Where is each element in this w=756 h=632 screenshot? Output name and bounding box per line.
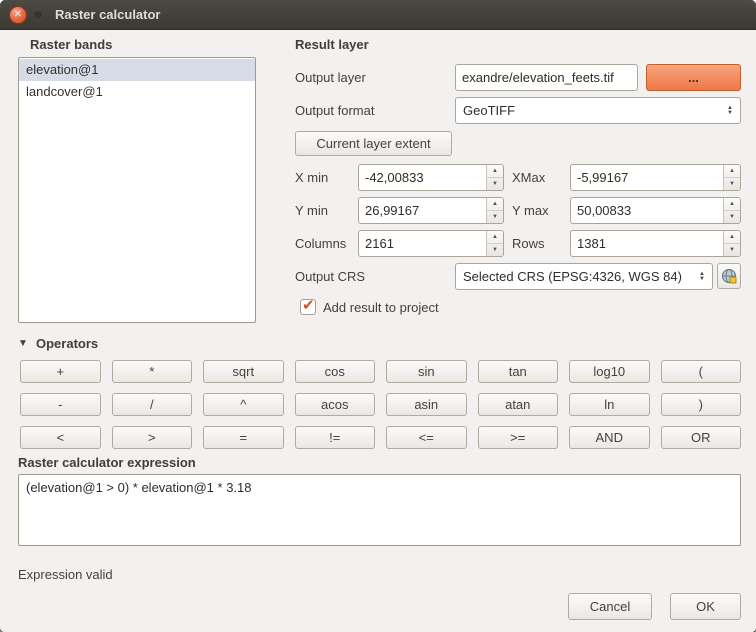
spin-up-icon[interactable]: ▲	[724, 198, 740, 211]
ymin-label: Y min	[295, 197, 328, 224]
list-item[interactable]: elevation@1	[19, 59, 255, 81]
collapse-operators-icon[interactable]: ▼	[18, 338, 28, 349]
output-layer-input[interactable]	[455, 64, 638, 91]
dropdown-arrows-icon: ▲▼	[694, 272, 705, 282]
spin-down-icon[interactable]: ▼	[487, 178, 503, 190]
op-sqrt-button[interactable]: sqrt	[203, 360, 284, 383]
output-crs-value: Selected CRS (EPSG:4326, WGS 84)	[463, 269, 682, 284]
ok-button[interactable]: OK	[670, 593, 741, 620]
expression-input[interactable]: (elevation@1 > 0) * elevation@1 * 3.18	[18, 474, 741, 546]
op-minus-button[interactable]: -	[20, 393, 101, 416]
ymax-label: Y max	[512, 197, 549, 224]
op-atan-button[interactable]: atan	[478, 393, 559, 416]
op-close-paren-button[interactable]: )	[661, 393, 742, 416]
ymax-input[interactable]	[571, 198, 723, 223]
op-divide-button[interactable]: /	[112, 393, 193, 416]
xmin-label: X min	[295, 164, 328, 191]
op-ln-button[interactable]: ln	[569, 393, 650, 416]
spin-up-icon[interactable]: ▲	[487, 165, 503, 178]
op-open-paren-button[interactable]: (	[661, 360, 742, 383]
expression-title: Raster calculator expression	[18, 455, 196, 470]
spin-down-icon[interactable]: ▼	[487, 244, 503, 256]
output-format-label: Output format	[295, 97, 374, 124]
add-result-label[interactable]: Add result to project	[323, 299, 439, 316]
output-format-select[interactable]: GeoTIFF ▲▼	[455, 97, 741, 124]
raster-bands-title: Raster bands	[30, 37, 112, 52]
raster-bands-list[interactable]: elevation@1 landcover@1	[18, 57, 256, 323]
op-log10-button[interactable]: log10	[569, 360, 650, 383]
window-title: Raster calculator	[55, 0, 161, 30]
xmin-spinbox: ▲ ▼	[358, 164, 504, 191]
op-or-button[interactable]: OR	[661, 426, 742, 449]
spin-down-icon[interactable]: ▼	[724, 211, 740, 223]
op-acos-button[interactable]: acos	[295, 393, 376, 416]
op-not-equals-button[interactable]: !=	[295, 426, 376, 449]
op-equals-button[interactable]: =	[203, 426, 284, 449]
op-cos-button[interactable]: cos	[295, 360, 376, 383]
minimize-window-icon[interactable]	[33, 10, 43, 20]
ymin-spinbox: ▲ ▼	[358, 197, 504, 224]
select-crs-button[interactable]	[717, 263, 741, 289]
output-layer-label: Output layer	[295, 64, 366, 91]
spin-down-icon[interactable]: ▼	[724, 178, 740, 190]
add-result-checkbox[interactable]: ✔	[300, 299, 316, 315]
xmax-spinbox: ▲ ▼	[570, 164, 741, 191]
op-sin-button[interactable]: sin	[386, 360, 467, 383]
columns-spinbox: ▲ ▼	[358, 230, 504, 257]
dropdown-arrows-icon: ▲▼	[722, 106, 733, 116]
spin-up-icon[interactable]: ▲	[487, 198, 503, 211]
spin-down-icon[interactable]: ▼	[487, 211, 503, 223]
current-layer-extent-button[interactable]: Current layer extent	[295, 131, 452, 156]
op-plus-button[interactable]: +	[20, 360, 101, 383]
output-crs-select[interactable]: Selected CRS (EPSG:4326, WGS 84) ▲▼	[455, 263, 713, 290]
spin-up-icon[interactable]: ▲	[487, 231, 503, 244]
spin-up-icon[interactable]: ▲	[724, 165, 740, 178]
op-asin-button[interactable]: asin	[386, 393, 467, 416]
cancel-button[interactable]: Cancel	[568, 593, 652, 620]
op-greater-than-button[interactable]: >	[112, 426, 193, 449]
ymax-spinbox: ▲ ▼	[570, 197, 741, 224]
operators-grid: + * sqrt cos sin tan log10 ( - / ^ acos …	[20, 360, 741, 449]
xmax-label: XMax	[512, 164, 545, 191]
xmax-input[interactable]	[571, 165, 723, 190]
raster-calculator-dialog: ✕ Raster calculator Raster bands elevati…	[0, 0, 756, 632]
op-and-button[interactable]: AND	[569, 426, 650, 449]
spin-down-icon[interactable]: ▼	[724, 244, 740, 256]
result-layer-title: Result layer	[295, 37, 369, 52]
spin-up-icon[interactable]: ▲	[724, 231, 740, 244]
output-crs-label: Output CRS	[295, 263, 365, 290]
op-less-equal-button[interactable]: <=	[386, 426, 467, 449]
op-tan-button[interactable]: tan	[478, 360, 559, 383]
checkmark-icon: ✔	[302, 296, 315, 314]
op-less-than-button[interactable]: <	[20, 426, 101, 449]
rows-spinbox: ▲ ▼	[570, 230, 741, 257]
op-power-button[interactable]: ^	[203, 393, 284, 416]
expression-status: Expression valid	[18, 567, 113, 582]
browse-output-button[interactable]: ...	[646, 64, 741, 91]
list-item[interactable]: landcover@1	[19, 81, 255, 103]
titlebar[interactable]: ✕ Raster calculator	[0, 0, 756, 30]
crs-globe-icon	[721, 268, 737, 284]
xmin-input[interactable]	[359, 165, 486, 190]
output-format-value: GeoTIFF	[463, 103, 515, 118]
close-window-icon[interactable]: ✕	[9, 6, 27, 24]
rows-input[interactable]	[571, 231, 723, 256]
rows-label: Rows	[512, 230, 545, 257]
op-multiply-button[interactable]: *	[112, 360, 193, 383]
columns-label: Columns	[295, 230, 346, 257]
operators-title[interactable]: Operators	[36, 336, 98, 351]
op-greater-equal-button[interactable]: >=	[478, 426, 559, 449]
columns-input[interactable]	[359, 231, 486, 256]
ymin-input[interactable]	[359, 198, 486, 223]
